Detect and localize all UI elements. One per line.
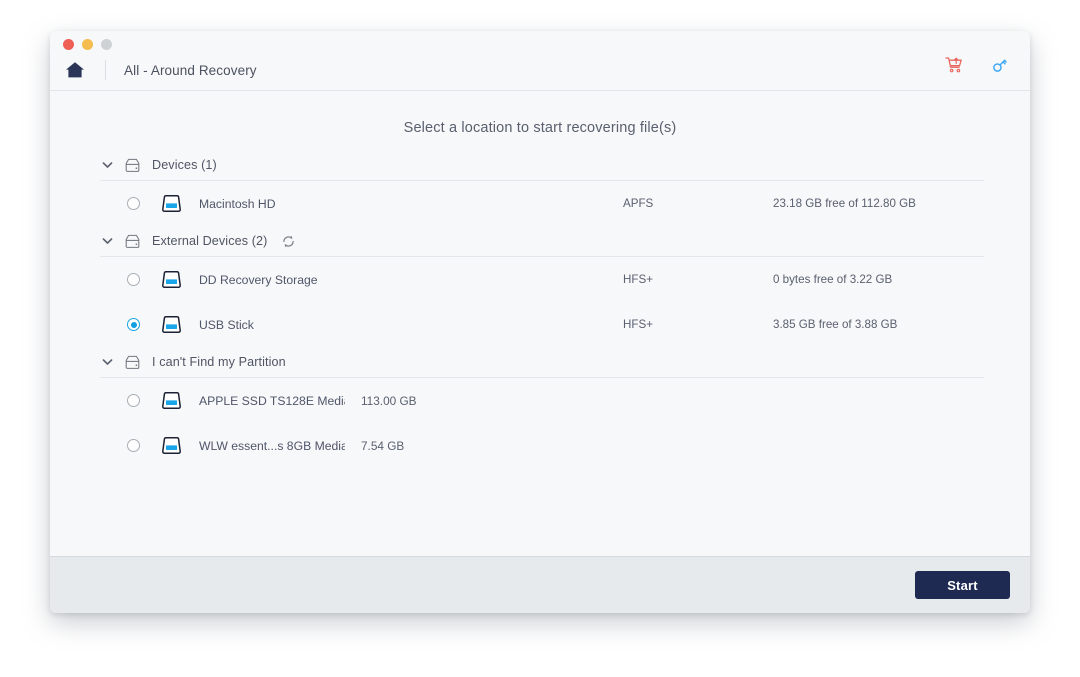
drive-icon — [160, 390, 183, 411]
drive-icon — [160, 269, 183, 290]
row-capacity: 0 bytes free of 3.22 GB — [773, 273, 984, 286]
row-filesystem: HFS+ — [623, 273, 773, 286]
row-device-name: WLW essent...s 8GB Media — [199, 439, 345, 453]
table-row[interactable]: Macintosh HD APFS 23.18 GB free of 112.8… — [100, 181, 984, 226]
table-row[interactable]: APPLE SSD TS128E Media 113.00 GB — [100, 378, 984, 423]
chevron-down-icon[interactable] — [100, 358, 114, 366]
table-row[interactable]: DD Recovery Storage HFS+ 0 bytes free of… — [100, 257, 984, 302]
row-device-name: USB Stick — [199, 318, 362, 332]
app-window: All - Around Recovery — [50, 31, 1030, 613]
group-header-external-devices[interactable]: External Devices (2) — [100, 226, 984, 257]
location-list: Devices (1) Macintosh HD APFS 23.18 GB f… — [50, 150, 1030, 468]
row-radio[interactable] — [127, 197, 140, 210]
shopping-cart-icon[interactable] — [944, 55, 964, 75]
group-label: Devices (1) — [152, 158, 217, 172]
page-title: Select a location to start recovering fi… — [50, 91, 1030, 136]
group-header-cant-find-partition[interactable]: I can't Find my Partition — [100, 347, 984, 378]
home-icon[interactable] — [64, 59, 86, 81]
window-title: All - Around Recovery — [124, 63, 257, 78]
row-filesystem: APFS — [623, 197, 773, 210]
row-radio[interactable] — [127, 273, 140, 286]
close-window-button[interactable] — [63, 39, 74, 50]
table-row[interactable]: USB Stick HFS+ 3.85 GB free of 3.88 GB — [100, 302, 984, 347]
row-filesystem: HFS+ — [623, 318, 773, 331]
titlebar-right-group — [944, 55, 1010, 75]
row-device-name: APPLE SSD TS128E Media — [199, 394, 345, 408]
group-label: I can't Find my Partition — [152, 355, 286, 369]
traffic-lights — [63, 39, 112, 50]
table-row[interactable]: WLW essent...s 8GB Media 7.54 GB — [100, 423, 984, 468]
minimize-window-button[interactable] — [82, 39, 93, 50]
titlebar-divider — [105, 60, 106, 80]
row-size: 7.54 GB — [361, 439, 404, 453]
row-size: 113.00 GB — [361, 394, 417, 408]
key-icon[interactable] — [990, 55, 1010, 75]
start-button[interactable]: Start — [915, 571, 1010, 599]
row-device-name: DD Recovery Storage — [199, 273, 362, 287]
titlebar-left-group: All - Around Recovery — [64, 57, 257, 83]
chevron-down-icon[interactable] — [100, 161, 114, 169]
hard-drive-icon — [124, 233, 141, 250]
hard-drive-icon — [124, 157, 141, 174]
footer-bar: Start — [50, 556, 1030, 613]
maximize-window-button[interactable] — [101, 39, 112, 50]
row-device-name: Macintosh HD — [199, 197, 362, 211]
drive-icon — [160, 314, 183, 335]
title-bar: All - Around Recovery — [50, 31, 1030, 91]
refresh-icon[interactable] — [281, 234, 296, 249]
drive-icon — [160, 193, 183, 214]
row-radio[interactable] — [127, 439, 140, 452]
group-label: External Devices (2) — [152, 234, 267, 248]
hard-drive-icon — [124, 354, 141, 371]
chevron-down-icon[interactable] — [100, 237, 114, 245]
row-capacity: 23.18 GB free of 112.80 GB — [773, 197, 984, 210]
drive-icon — [160, 435, 183, 456]
row-radio[interactable] — [127, 318, 140, 331]
content-area: Select a location to start recovering fi… — [50, 91, 1030, 556]
row-capacity: 3.85 GB free of 3.88 GB — [773, 318, 984, 331]
row-radio[interactable] — [127, 394, 140, 407]
group-header-devices[interactable]: Devices (1) — [100, 150, 984, 181]
